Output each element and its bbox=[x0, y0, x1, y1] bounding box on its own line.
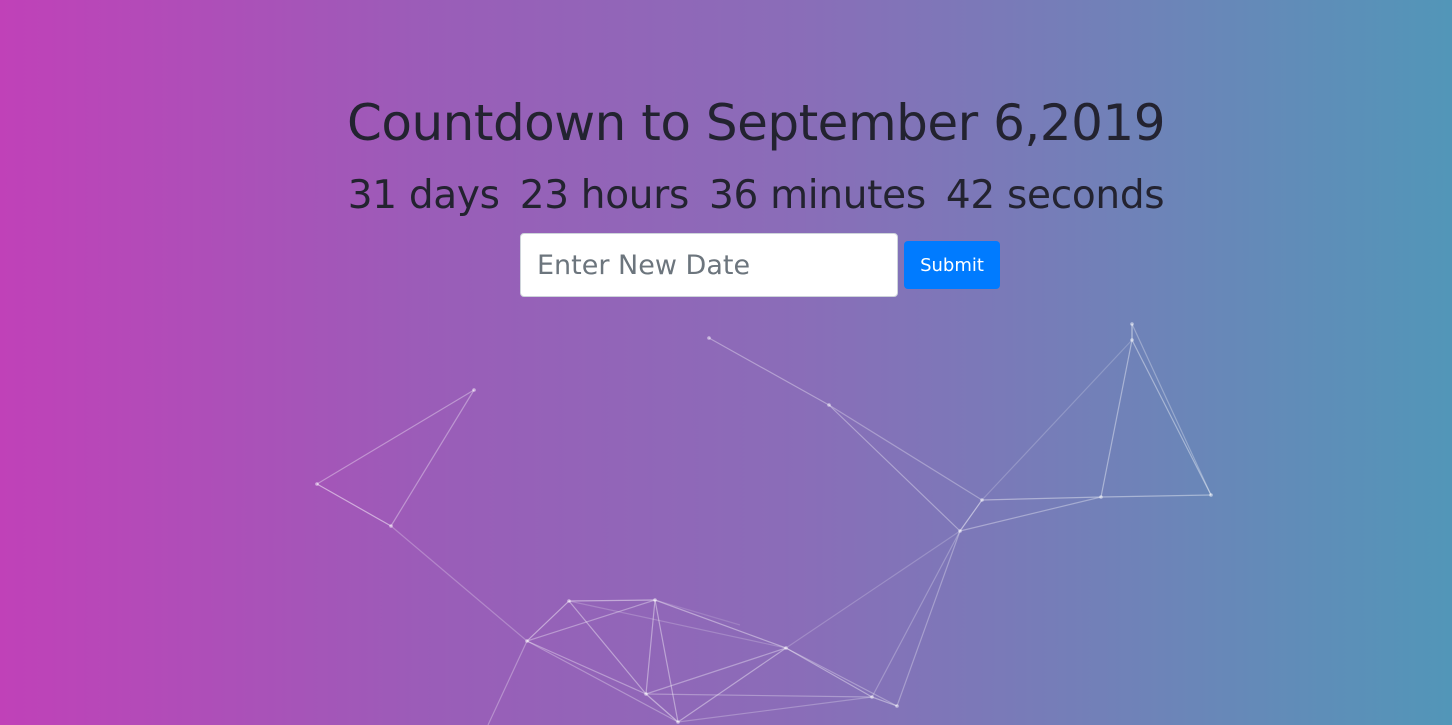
countdown-minutes: 36 minutes bbox=[708, 173, 926, 218]
countdown-display: 31 days 23 hours 36 minutes 42 seconds bbox=[0, 170, 1452, 222]
countdown-days: 31 days bbox=[347, 173, 500, 218]
submit-button[interactable]: Submit bbox=[904, 241, 1000, 289]
countdown-hours: 23 hours bbox=[519, 173, 690, 218]
new-date-input[interactable] bbox=[520, 233, 898, 297]
countdown-seconds: 42 seconds bbox=[945, 173, 1165, 218]
page-title: Countdown to September 6,2019 bbox=[346, 94, 1166, 152]
new-date-form: Submit bbox=[520, 233, 1000, 297]
